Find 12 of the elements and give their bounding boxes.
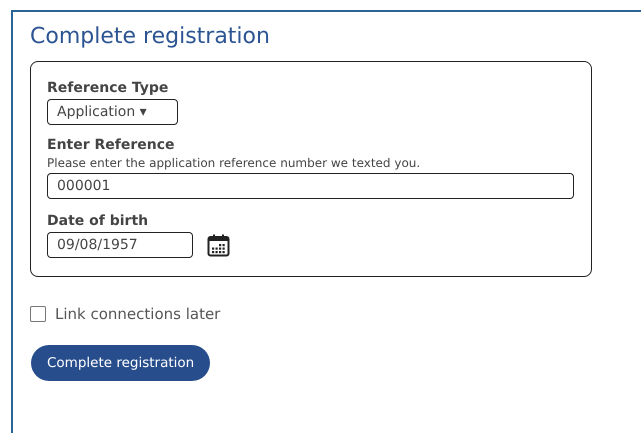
date-input-field[interactable]: 09/08/1957 (47, 232, 193, 258)
checkbox-label: Link connections later (55, 305, 220, 323)
field-label: Date of birth (47, 213, 150, 229)
reference-type-dropdown[interactable]: Application ▾ (47, 99, 178, 125)
field-label: Reference Type (47, 80, 170, 96)
reference-input-field[interactable]: 000001 (47, 173, 574, 199)
field-label: Enter Reference (47, 137, 176, 153)
calendar-icon[interactable] (207, 234, 230, 256)
complete-registration-button[interactable]: Complete registration (31, 345, 210, 381)
checkbox[interactable] (30, 306, 46, 322)
field-hint: Please enter the application reference number we texted you. (47, 156, 422, 170)
page-title: Complete registration (30, 24, 271, 49)
